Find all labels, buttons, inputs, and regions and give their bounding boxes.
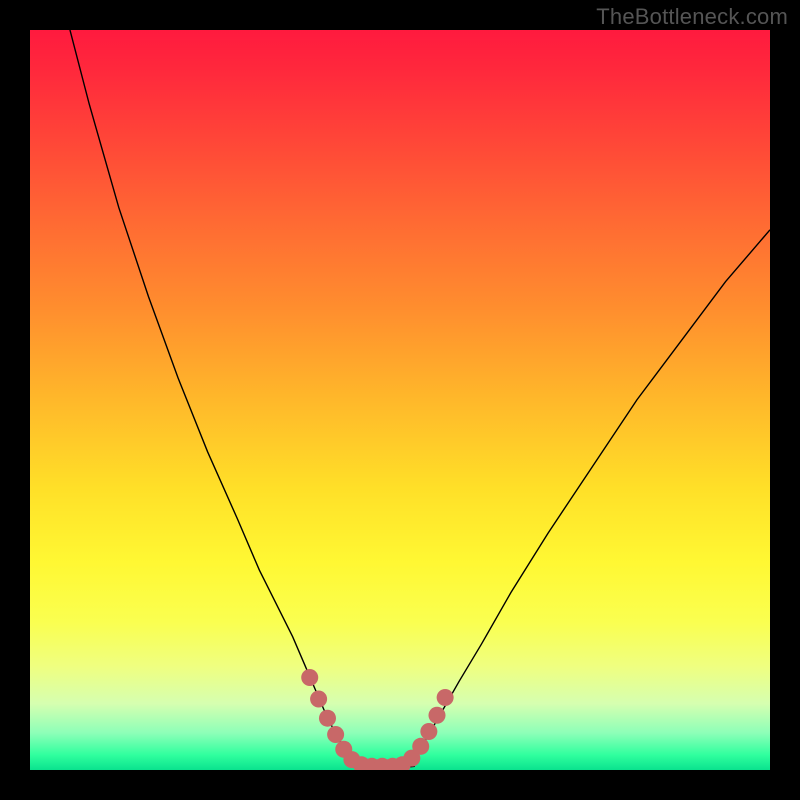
marker-dot [319, 710, 336, 727]
chart-container: TheBottleneck.com [0, 0, 800, 800]
marker-dot [327, 726, 344, 743]
series-lines [70, 30, 770, 768]
chart-watermark: TheBottleneck.com [596, 4, 788, 30]
series-left-curve [70, 30, 358, 766]
marker-dot [437, 689, 454, 706]
marker-dot [301, 669, 318, 686]
chart-svg [30, 30, 770, 770]
marker-dot [310, 690, 327, 707]
series-right-curve [407, 230, 770, 767]
marker-dot [420, 723, 437, 740]
marker-dot [428, 707, 445, 724]
marker-dots [301, 669, 453, 770]
plot-area [30, 30, 770, 770]
marker-dot [412, 738, 429, 755]
